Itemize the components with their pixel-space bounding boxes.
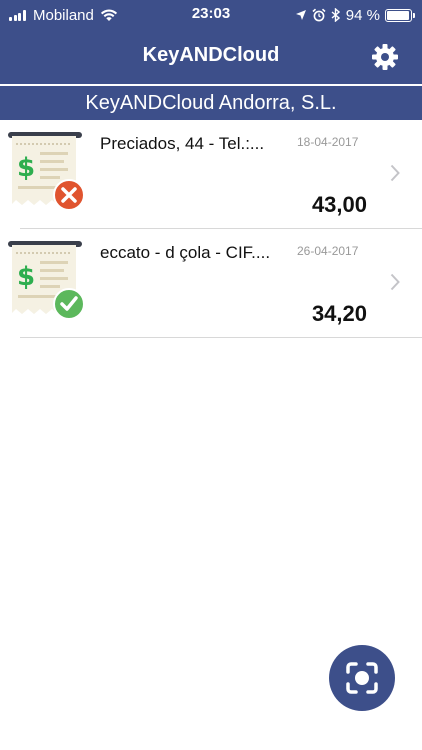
bluetooth-icon — [331, 8, 340, 22]
ticket-row[interactable]: $ eccato - d çola - CIF.... 26-04-2017 3… — [0, 229, 422, 338]
ticket-name: eccato - d çola - CIF.... — [100, 243, 271, 262]
chevron-right-icon — [390, 273, 400, 291]
ticket-amount: 34,20 — [311, 301, 367, 326]
battery-percentage: 94 % — [345, 6, 380, 24]
navigation-bar: KeyANDCloud — [0, 30, 422, 84]
alarm-icon — [312, 8, 326, 22]
receipt-ok-icon: $ — [8, 241, 85, 320]
svg-text:$: $ — [17, 262, 35, 292]
row-divider — [20, 337, 422, 338]
chevron-right-icon — [390, 164, 400, 182]
app-title: KeyANDCloud — [142, 44, 280, 66]
ticket-row[interactable]: $ Preciados, 44 - Tel.:... 18-04-2017 43… — [0, 120, 422, 229]
battery-level — [387, 10, 409, 20]
gear-icon[interactable] — [370, 42, 400, 72]
scan-camera-icon — [346, 662, 378, 694]
status-bar: Mobiland 23:03 94 % — [0, 0, 422, 30]
ticket-date: 18-04-2017 — [297, 135, 359, 149]
scan-ticket-button[interactable] — [329, 645, 395, 711]
status-right: 94 % — [290, 5, 415, 25]
ticket-list: $ Preciados, 44 - Tel.:... 18-04-2017 43… — [0, 120, 422, 338]
svg-text:$: $ — [17, 153, 35, 183]
receipt-error-icon: $ — [8, 132, 85, 211]
ticket-name: Preciados, 44 - Tel.:... — [100, 134, 265, 153]
company-name-bar[interactable]: KeyANDCloud Andorra, S.L. — [0, 86, 422, 120]
ticket-amount: 43,00 — [311, 192, 367, 217]
ticket-date: 26-04-2017 — [297, 244, 359, 258]
battery-icon — [385, 8, 415, 22]
location-arrow-icon — [295, 10, 306, 20]
